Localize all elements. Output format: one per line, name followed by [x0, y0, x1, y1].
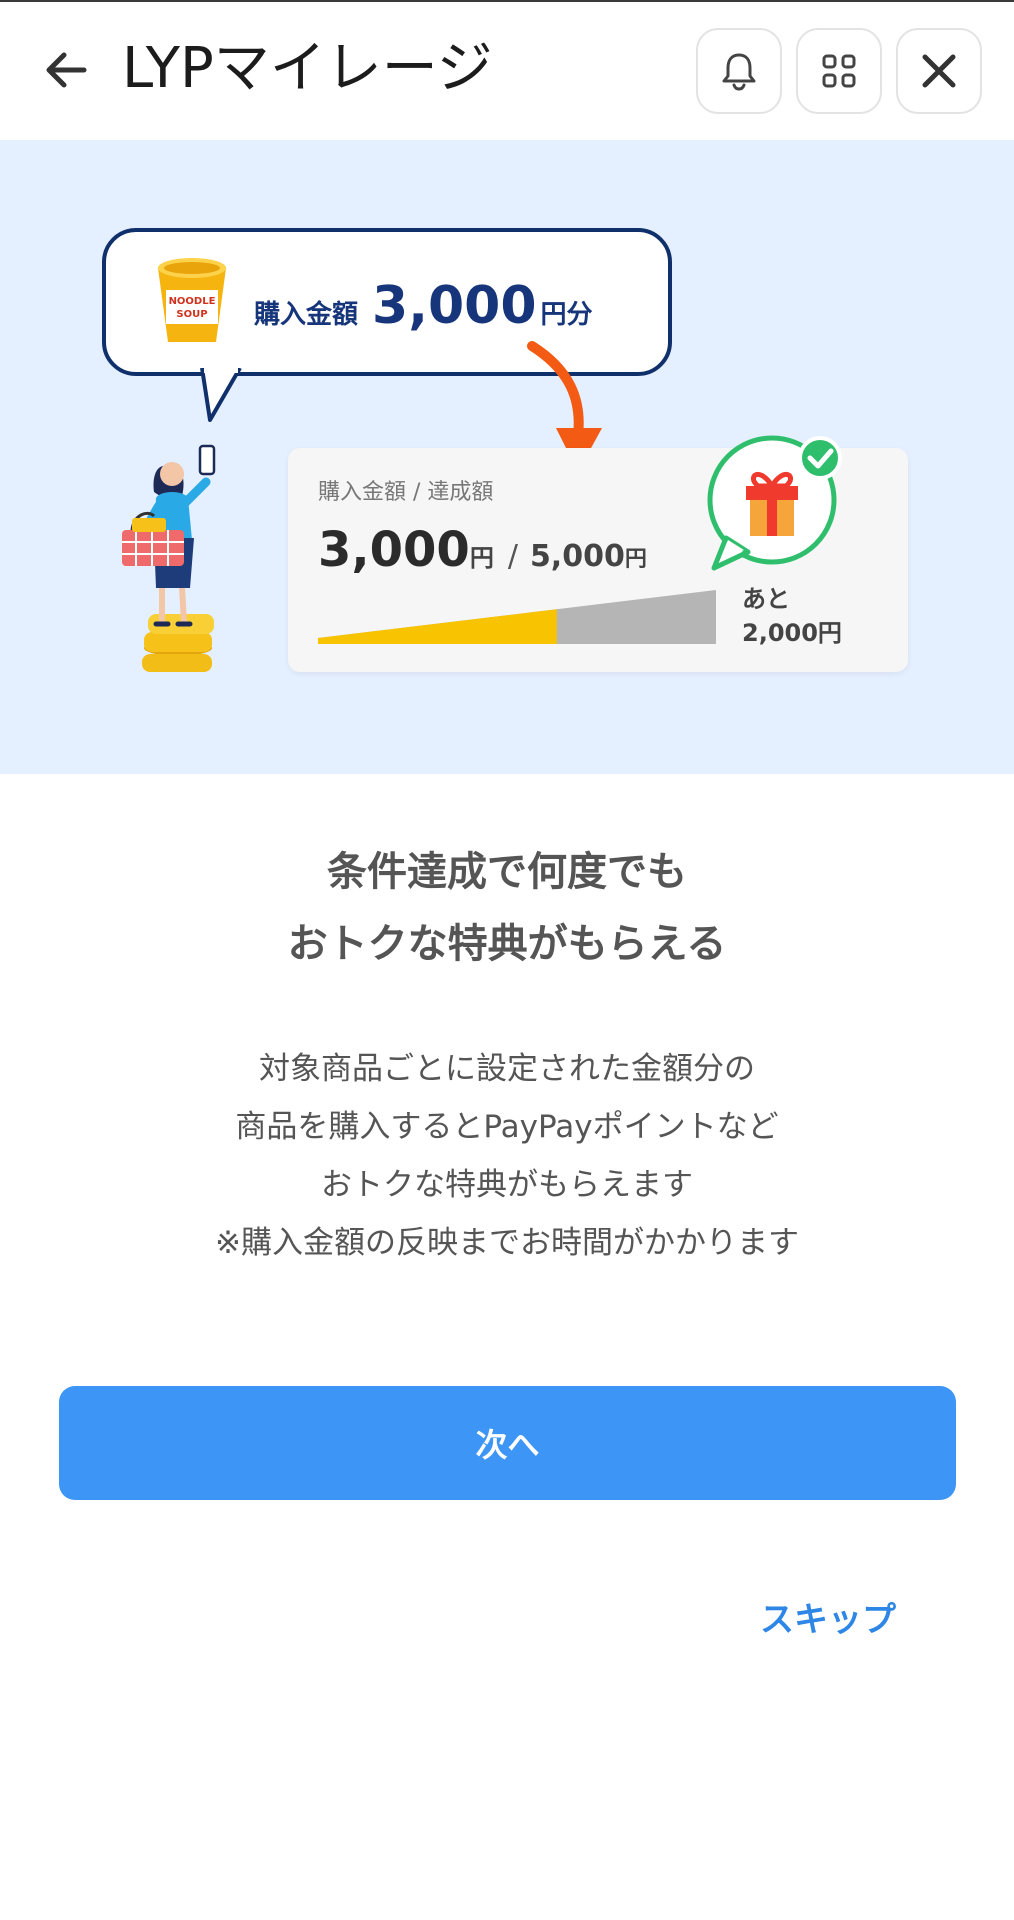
goal-unit: 円 [624, 547, 647, 572]
description-line-2: 商品を購入するとPayPayポイントなど [235, 1109, 779, 1145]
shopper-illustration [122, 444, 216, 672]
card-amount: 3,000 円 / 5,000 円 [318, 522, 647, 578]
bubble-unit: 円分 [540, 300, 593, 330]
description-line-1: 対象商品ごとに設定された金額分の [259, 1051, 755, 1087]
notification-button[interactable] [696, 28, 782, 114]
progress-fill [318, 609, 557, 644]
remaining-value: 2,000円 [742, 619, 842, 647]
description-line-4: ※購入金額の反映までお時間がかかります [215, 1225, 799, 1261]
check-badge-icon [798, 436, 842, 480]
card-label: 購入金額 / 達成額 [318, 480, 494, 505]
bubble-label: 購入金額 [254, 300, 359, 330]
bubble-tail [200, 368, 242, 422]
goal-amount: 5,000 [529, 539, 625, 574]
remaining-amount: あと 2,000円 [742, 582, 842, 650]
current-unit: 円 [469, 544, 494, 572]
back-button[interactable] [40, 40, 100, 100]
current-amount: 3,000 [318, 522, 470, 578]
bubble-amount-text: 購入金額 3,000 円分 [254, 276, 593, 336]
bubble-amount: 3,000 [372, 276, 537, 336]
description-line-3: おトクな特典がもらえます [321, 1167, 693, 1203]
bell-icon [722, 53, 756, 91]
noodle-cup-label: NOODLE [169, 296, 216, 307]
svg-text:SOUP: SOUP [176, 309, 207, 320]
amount-separator: / [507, 539, 518, 574]
headline-line-1: 条件達成で何度でも [327, 849, 687, 895]
arrow-left-icon [46, 52, 87, 88]
remaining-label: あと [742, 585, 790, 613]
app-header: LYPマイレージ [0, 2, 1014, 138]
description: 対象商品ごとに設定された金額分の 商品を購入するとPayPayポイントなど おト… [0, 1040, 1014, 1272]
close-icon [922, 54, 956, 88]
headline: 条件達成で何度でも おトクな特典がもらえる [0, 836, 1014, 980]
close-button[interactable] [896, 28, 982, 114]
noodle-cup-icon: NOODLE SOUP [158, 258, 226, 342]
headline-line-2: おトクな特典がもらえる [287, 921, 727, 967]
skip-link[interactable]: スキップ [760, 1592, 896, 1641]
gift-icon [707, 435, 842, 571]
menu-grid-button[interactable] [796, 28, 882, 114]
grid-icon [822, 54, 856, 88]
progress-bar [318, 590, 716, 644]
next-button[interactable]: 次へ [59, 1386, 956, 1500]
page-title: LYPマイレージ [122, 36, 493, 101]
